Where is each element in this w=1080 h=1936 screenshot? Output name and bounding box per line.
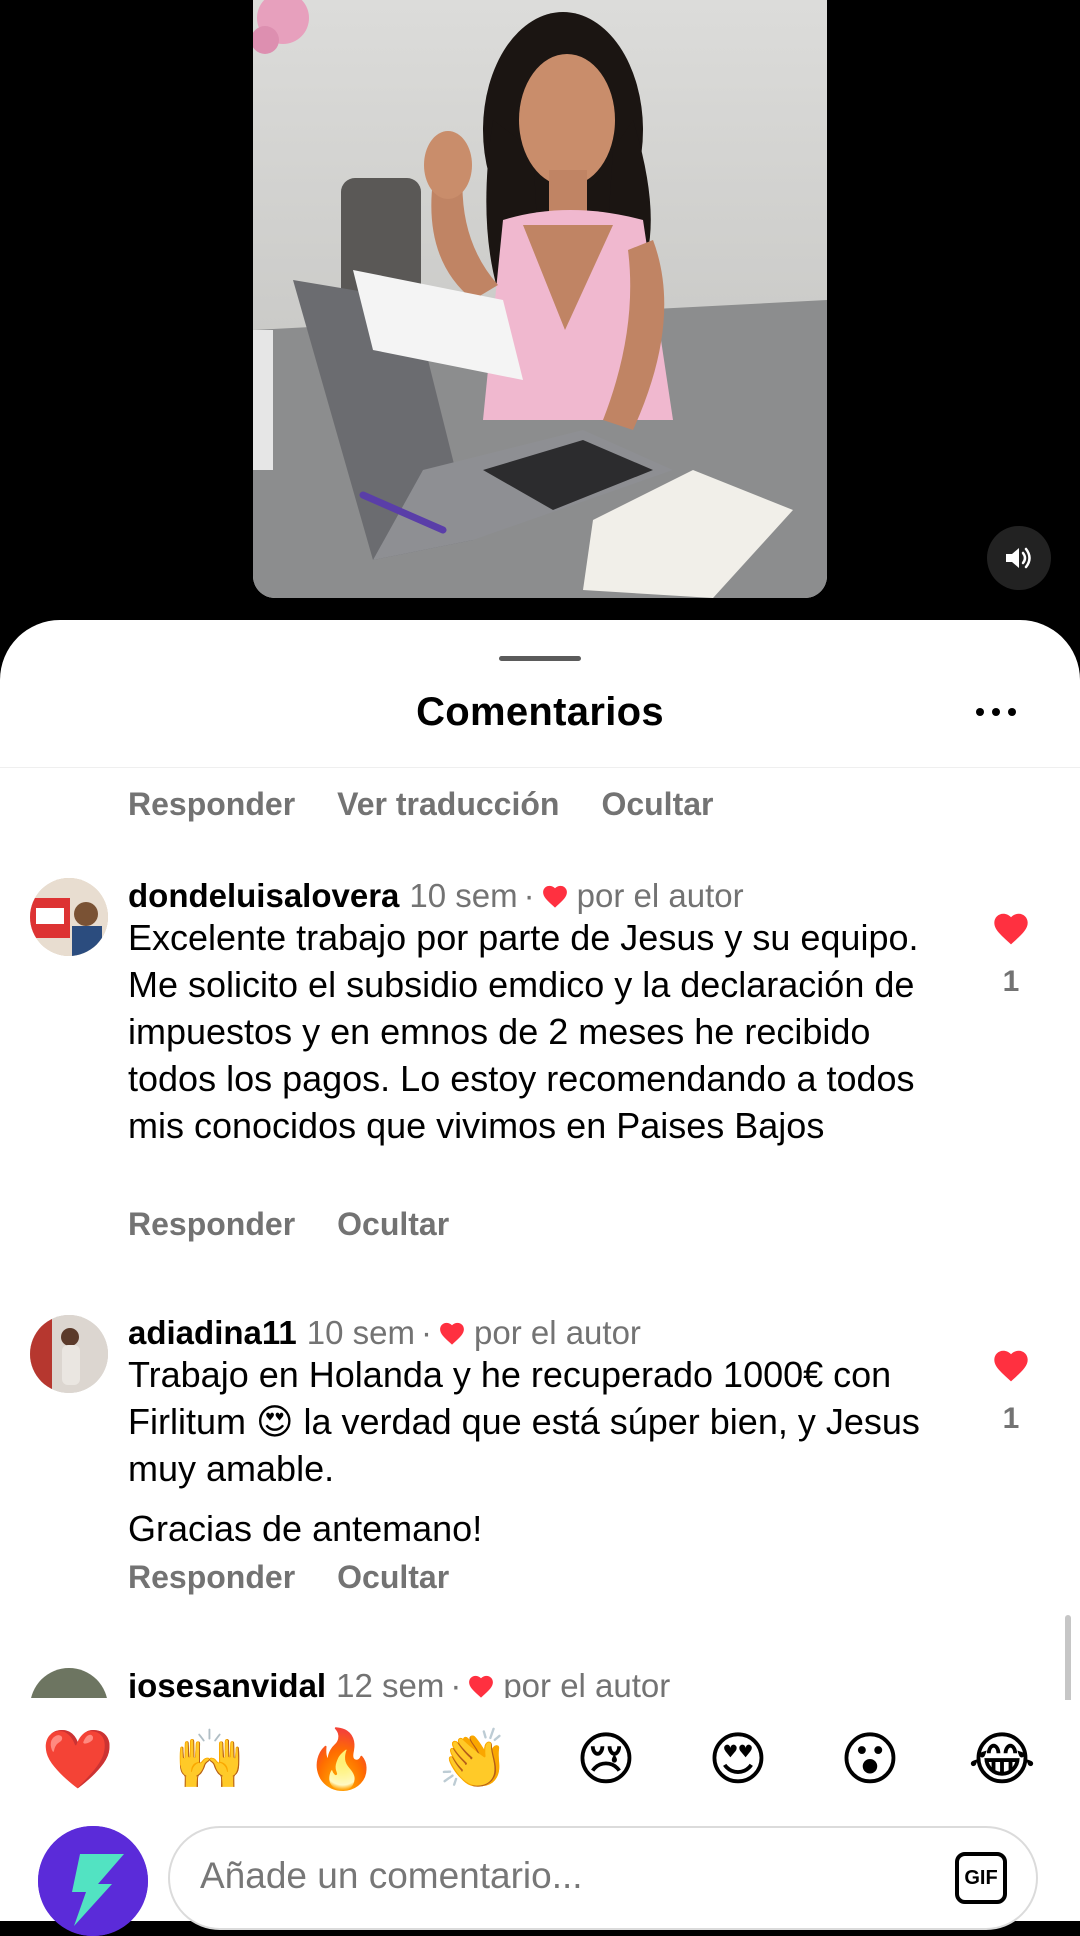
comment-actions: Responder Ocultar [128,1559,449,1596]
emoji-crying[interactable]: 😢 [566,1731,646,1789]
comment-username[interactable]: adiadina11 [128,1314,297,1352]
comment-actions: Responder Ocultar [128,1206,449,1243]
comment-like: 1 [988,1347,1034,1436]
emoji-bar: ❤️ 🙌 🔥 👏 😢 😍 😮 😂 [0,1700,1080,1820]
more-dot [1008,708,1016,716]
see-translation-button[interactable]: Ver traducción [337,786,559,823]
heart-icon [469,1675,494,1698]
liked-by-author: por el autor [503,1667,671,1698]
avatar-image [30,878,108,956]
comment-meta: josesanvidal 12 sem · por el autor [128,1666,670,1698]
gif-icon[interactable]: GIF [955,1852,1007,1904]
emoji-clapping[interactable]: 👏 [434,1731,514,1789]
comment-time: 10 sem [306,1314,415,1351]
comment-input[interactable] [198,1854,902,1898]
my-avatar[interactable] [38,1826,148,1936]
avatar[interactable] [30,1315,108,1393]
like-count: 1 [1002,965,1020,998]
volume-button[interactable] [987,526,1051,590]
reply-button[interactable]: Responder [128,1559,295,1596]
emoji-raising-hands[interactable]: 🙌 [170,1731,250,1789]
comment-like: 1 [988,910,1034,999]
comment-input-box[interactable]: GIF [168,1826,1038,1930]
meta-separator: · [450,1667,462,1698]
emoji-laughing[interactable]: 😂 [962,1731,1042,1789]
avatar[interactable] [30,878,108,956]
comments-list[interactable]: Responder Ver traducción Ocultar dondelu… [0,768,1080,1698]
comment-time: 10 sem [409,877,518,914]
comment-meta: adiadina11 10 sem · por el autor [128,1313,641,1353]
avatar-image [30,1315,108,1393]
more-dot [992,708,1000,716]
video-player[interactable] [253,0,827,598]
reply-button[interactable]: Responder [128,786,295,823]
emoji-heart-eyes[interactable]: 😍 [698,1731,778,1789]
video-area [0,0,1080,640]
sheet-title: Comentarios [416,690,664,734]
liked-by-author: por el autor [473,1314,641,1351]
comment-text: Trabajo en Holanda y he recuperado 1000€… [128,1354,920,1489]
speaker-icon [1006,547,1031,569]
comment-username[interactable]: dondeluisalovera [128,877,399,915]
emoji-surprised[interactable]: 😮 [830,1731,910,1789]
comment-time: 12 sem [336,1667,445,1698]
comment-meta: dondeluisalovera 10 sem · por el autor [128,876,744,916]
comment-text-line2: Gracias de antemano! [128,1508,483,1549]
meta-separator: · [420,1314,432,1351]
meta-separator: · [523,877,535,914]
like-count: 1 [1002,1402,1020,1435]
hide-button[interactable]: Ocultar [337,1559,449,1596]
comment-text: Excelente trabajo por parte de Jesus y s… [128,917,919,1146]
liked-by-author: por el autor [576,877,744,914]
prev-comment-actions: Responder Ver traducción Ocultar [128,786,713,823]
heart-icon[interactable] [991,1347,1031,1383]
more-options-button[interactable] [976,702,1022,722]
sheet-grabber[interactable] [499,656,581,661]
comment-username[interactable]: josesanvidal [128,1667,326,1698]
heart-icon [542,885,567,908]
heart-icon[interactable] [991,910,1031,946]
emoji-fire[interactable]: 🔥 [302,1731,382,1789]
heart-icon [440,1322,464,1345]
reply-button[interactable]: Responder [128,1206,295,1243]
more-options-icon [976,708,984,716]
emoji-red-heart[interactable]: ❤️ [38,1731,118,1789]
brand-logo-icon [38,1826,148,1936]
avatar[interactable] [30,1668,108,1698]
hide-button[interactable]: Ocultar [601,786,713,823]
hide-button[interactable]: Ocultar [337,1206,449,1243]
video-frame [253,0,827,598]
